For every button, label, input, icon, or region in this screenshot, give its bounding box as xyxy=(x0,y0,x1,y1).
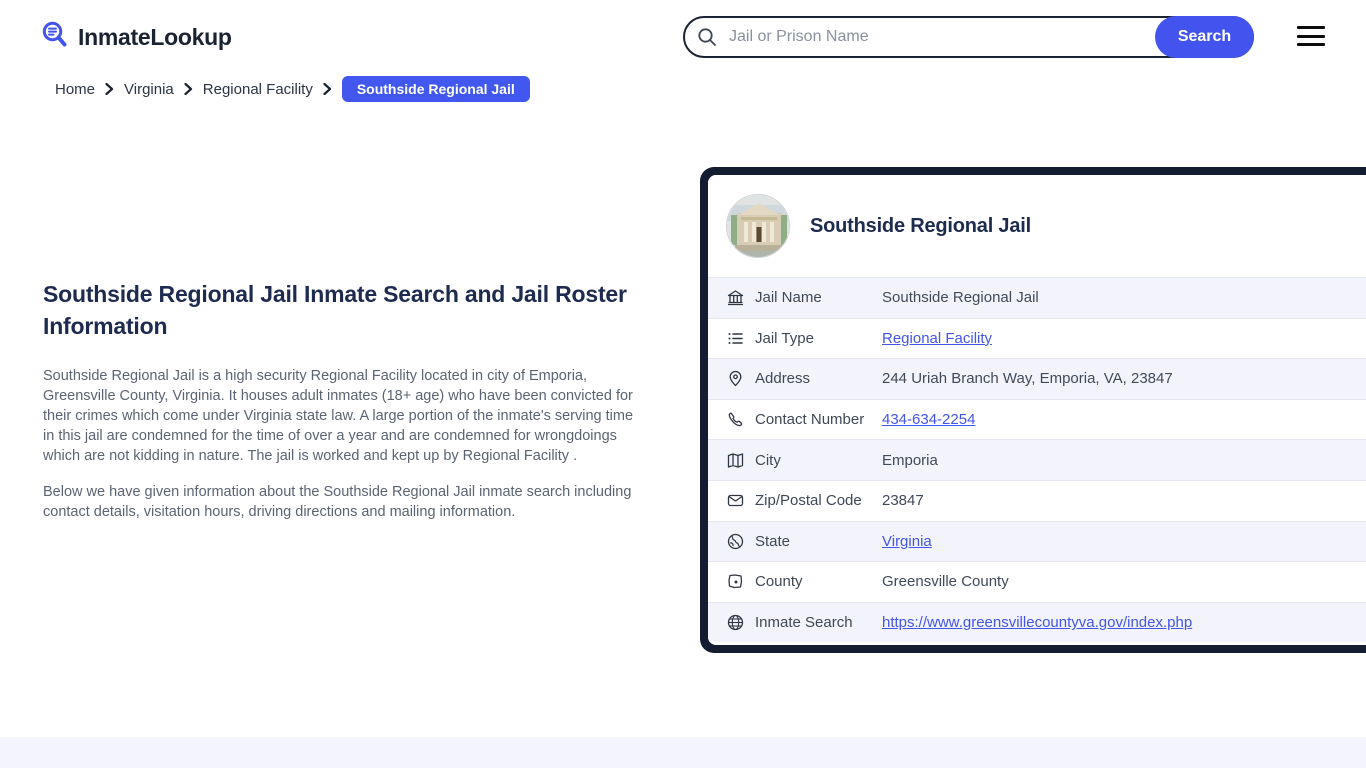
row-label: Zip/Postal Code xyxy=(755,492,862,510)
article: Southside Regional Jail Inmate Search an… xyxy=(43,278,643,538)
jail-type-link[interactable]: Regional Facility xyxy=(882,330,992,347)
row-value: Emporia xyxy=(882,451,938,469)
state-link[interactable]: Virginia xyxy=(882,533,932,550)
row-value: Greensville County xyxy=(882,573,1009,591)
contact-number-link[interactable]: 434-634-2254 xyxy=(882,411,975,428)
row-label: Jail Name xyxy=(755,289,822,307)
globe-grid-icon xyxy=(726,614,744,631)
table-row-state: State Virginia xyxy=(708,520,1366,562)
row-value: Southside Regional Jail xyxy=(882,289,1039,307)
breadcrumb: Home Virginia Regional Facility Southsid… xyxy=(55,76,530,102)
row-label: City xyxy=(755,451,781,469)
brand-name: InmateLookup xyxy=(78,24,232,50)
inmate-search-link[interactable]: https://www.greensvillecountyva.gov/inde… xyxy=(882,614,1192,631)
table-row-contact: Contact Number 434-634-2254 xyxy=(708,398,1366,440)
card-header: Southside Regional Jail xyxy=(708,175,1366,277)
row-label: Address xyxy=(755,370,811,388)
intro-paragraph: Southside Regional Jail is a high securi… xyxy=(43,368,634,464)
envelope-icon xyxy=(726,492,744,509)
jail-info-card: Southside Regional Jail Jail Name Souths… xyxy=(700,167,1366,653)
top-header: InmateLookup Search xyxy=(0,0,1366,70)
chevron-right-icon xyxy=(323,83,332,95)
table-row-inmate-search: Inmate Search https://www.greensvillecou… xyxy=(708,601,1366,643)
search-icon xyxy=(697,27,717,52)
row-value: 23847 xyxy=(882,492,924,510)
map-icon xyxy=(726,452,744,469)
breadcrumb-current-badge: Southside Regional Jail xyxy=(341,76,530,102)
table-row-county: County Greensville County xyxy=(708,561,1366,602)
table-row-zip: Zip/Postal Code 23847 xyxy=(708,479,1366,521)
row-label: Jail Type xyxy=(755,329,814,347)
breadcrumb-type[interactable]: Regional Facility xyxy=(203,81,313,98)
search-button[interactable]: Search xyxy=(1155,16,1254,58)
table-row-city: City Emporia xyxy=(708,439,1366,480)
row-value: 244 Uriah Branch Way, Emporia, VA, 23847 xyxy=(882,370,1173,388)
menu-icon[interactable] xyxy=(1297,26,1325,46)
row-label: County xyxy=(755,573,803,591)
table-row-address: Address 244 Uriah Branch Way, Emporia, V… xyxy=(708,358,1366,399)
breadcrumb-home[interactable]: Home xyxy=(55,81,95,98)
jail-photo xyxy=(726,194,790,258)
row-label: Inmate Search xyxy=(755,614,853,632)
table-row-jail-name: Jail Name Southside Regional Jail xyxy=(708,277,1366,318)
chevron-right-icon xyxy=(184,83,193,95)
jail-details-table: Jail Name Southside Regional Jail Jail T… xyxy=(708,277,1366,643)
info-paragraph: Below we have given information about th… xyxy=(43,484,632,520)
phone-icon xyxy=(726,411,744,428)
county-map-icon xyxy=(726,573,744,590)
table-row-jail-type: Jail Type Regional Facility xyxy=(708,317,1366,359)
row-label: Contact Number xyxy=(755,411,865,429)
page: InmateLookup Search Home Virginia Region… xyxy=(0,0,1366,768)
list-icon xyxy=(726,330,744,347)
magnifier-lines-icon xyxy=(40,20,70,55)
row-label: State xyxy=(755,532,791,550)
search-form: Search xyxy=(683,16,1254,58)
bank-icon xyxy=(726,289,744,306)
breadcrumb-state[interactable]: Virginia xyxy=(124,81,174,98)
chevron-right-icon xyxy=(105,83,114,95)
map-pin-icon xyxy=(726,370,744,387)
footer-strip xyxy=(0,737,1366,768)
page-title: Southside Regional Jail Inmate Search an… xyxy=(43,281,627,339)
card-title: Southside Regional Jail xyxy=(810,214,1031,237)
brand-logo[interactable]: InmateLookup xyxy=(40,20,232,55)
globe-icon xyxy=(726,533,744,550)
